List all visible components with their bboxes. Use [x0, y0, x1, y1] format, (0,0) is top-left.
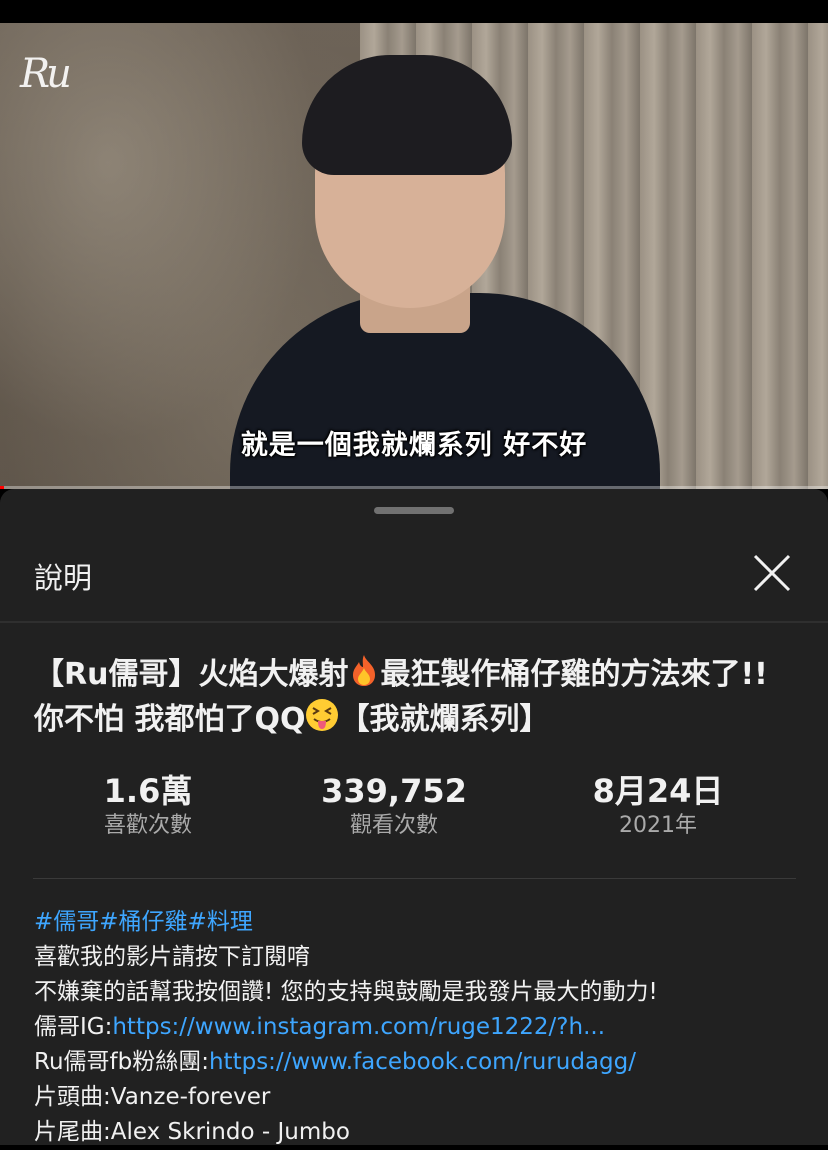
facebook-line: Ru儒哥fb粉絲團:https://www.facebook.com/rurud… [34, 1045, 814, 1080]
instagram-label: 儒哥IG: [34, 1014, 113, 1040]
sheet-title: 說明 [34, 561, 93, 595]
likes-count: 1.6萬 [103, 772, 193, 810]
sheet-header: 說明 [0, 533, 828, 621]
intro-music-line: 片頭曲:Vanze-forever [34, 1084, 271, 1110]
channel-watermark-logo: Ru [20, 51, 72, 97]
video-player[interactable]: Ru 就是一個我就爛系列 好不好 [0, 23, 828, 489]
views-count: 339,752 [321, 772, 467, 810]
instagram-line: 儒哥IG:https://www.instagram.com/ruge1222/… [34, 1010, 814, 1045]
status-bar [0, 0, 828, 23]
fire-emoji-icon [348, 653, 380, 698]
squinting-tongue-emoji-icon [305, 698, 339, 743]
video-stats: 1.6萬 喜歡次數 339,752 觀看次數 8月24日 2021年 [0, 771, 828, 841]
description-sheet: 說明 【Ru儒哥】火焰大爆射 最狂製作桶仔雞的方法來了!!你不怕 我都怕了QQ … [0, 489, 828, 1145]
instagram-link[interactable]: https://www.instagram.com/ruge1222/?h... [112, 1014, 605, 1040]
likes-stat: 1.6萬 喜歡次數 [38, 771, 258, 841]
description-line: 喜歡我的影片請按下訂閱唷 [34, 944, 310, 970]
close-icon [753, 554, 791, 592]
likes-label: 喜歡次數 [103, 813, 192, 838]
facebook-link[interactable]: https://www.facebook.com/rurudagg/ [209, 1049, 636, 1075]
hashtags-link[interactable]: #儒哥#桶仔雞#料理 [34, 905, 814, 940]
video-title-part1: 【Ru儒哥】火焰大爆射 [34, 657, 349, 692]
video-description: #儒哥#桶仔雞#料理 喜歡我的影片請按下訂閱唷 不嫌棄的話幫我按個讚! 您的支持… [34, 905, 814, 1150]
views-label: 觀看次數 [349, 813, 438, 838]
views-stat: 339,752 觀看次數 [284, 771, 504, 841]
upload-date: 8月24日 [592, 772, 724, 810]
upload-year: 2021年 [619, 813, 697, 838]
stats-divider [33, 878, 796, 879]
header-divider [0, 621, 828, 623]
date-stat: 8月24日 2021年 [548, 771, 768, 841]
close-button[interactable] [746, 547, 798, 599]
video-progress-fill [0, 486, 5, 489]
sheet-drag-handle[interactable] [374, 507, 454, 514]
video-title: 【Ru儒哥】火焰大爆射 最狂製作桶仔雞的方法來了!!你不怕 我都怕了QQ 【我就… [34, 653, 794, 743]
facebook-label: Ru儒哥fb粉絲團: [34, 1049, 209, 1075]
description-line: 不嫌棄的話幫我按個讚! 您的支持與鼓勵是我發片最大的動力! [34, 979, 658, 1005]
video-title-part3: 【我就爛系列】 [339, 702, 550, 737]
video-subtitle: 就是一個我就爛系列 好不好 [240, 430, 588, 461]
